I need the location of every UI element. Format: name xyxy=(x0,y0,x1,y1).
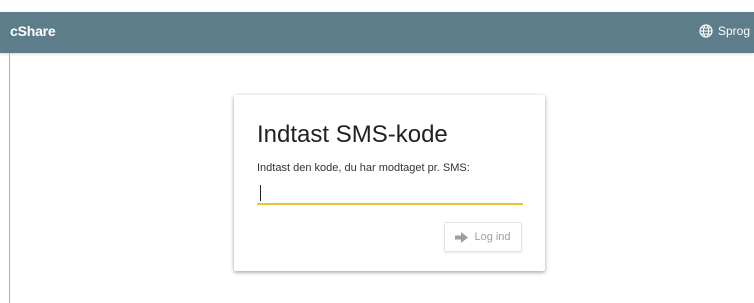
content-left-border xyxy=(9,53,10,303)
card-title: Indtast SMS-kode xyxy=(257,121,448,148)
language-label: Sprog xyxy=(717,24,750,38)
text-caret xyxy=(260,185,261,201)
language-button[interactable]: Sprog xyxy=(699,24,750,38)
arrow-right-icon xyxy=(455,231,469,243)
page: cShare Sprog Indtast SMS-kode Indtast de… xyxy=(0,0,754,303)
top-strip xyxy=(0,0,754,12)
login-button[interactable]: Log ind xyxy=(444,222,522,252)
app-bar: cShare Sprog xyxy=(0,12,754,53)
login-label: Log ind xyxy=(474,231,511,243)
sms-code-card: Indtast SMS-kode Indtast den kode, du ha… xyxy=(234,95,545,271)
sms-code-input[interactable] xyxy=(257,181,523,205)
brand-logo[interactable]: cShare xyxy=(10,23,56,39)
code-field-label: Indtast den kode, du har modtaget pr. SM… xyxy=(257,162,470,174)
globe-icon xyxy=(699,24,713,38)
